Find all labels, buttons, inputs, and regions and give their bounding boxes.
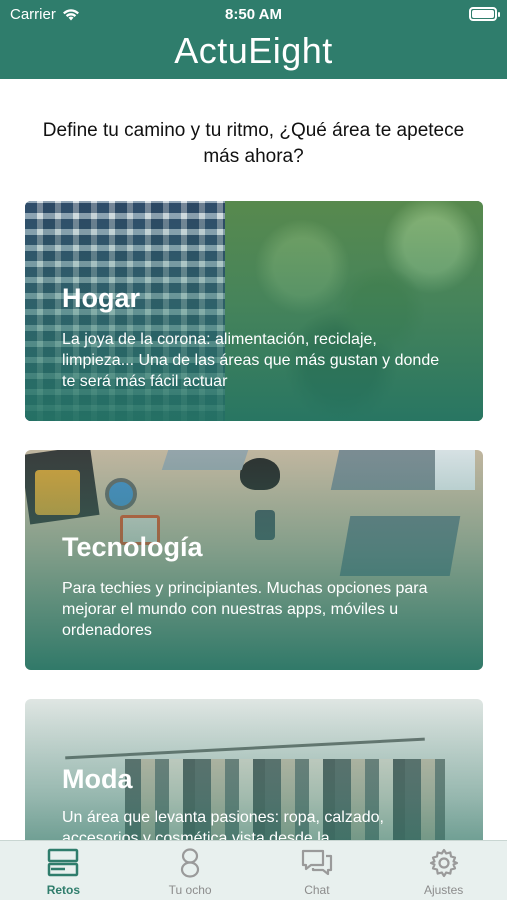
- tab-label: Tu ocho: [168, 883, 212, 897]
- tab-label: Chat: [304, 883, 330, 897]
- tab-tu-ocho[interactable]: Tu ocho: [127, 841, 254, 900]
- tab-chat[interactable]: Chat: [254, 841, 381, 900]
- tab-bar: Retos Tu ocho Chat Ajustes: [0, 840, 507, 900]
- tab-label: Ajustes: [423, 883, 464, 897]
- card-description: Para techies y principiantes. Muchas opc…: [62, 580, 428, 639]
- card-title: Tecnología: [62, 532, 203, 562]
- gear-icon: [429, 848, 458, 878]
- app-title: ActuEight: [174, 30, 333, 71]
- card-title: Moda: [62, 764, 133, 794]
- tab-retos[interactable]: Retos: [0, 841, 127, 900]
- card-description: La joya de la corona: alimentación, reci…: [62, 331, 440, 390]
- eight-icon: [181, 848, 200, 878]
- card-title: Hogar: [62, 283, 141, 313]
- category-card-hogar[interactable]: Hogar La joya de la corona: alimentación…: [25, 201, 483, 421]
- chat-icon: [301, 849, 332, 876]
- challenges-icon: [48, 848, 79, 877]
- category-card-tecnologia[interactable]: Tecnología Para techies y principiantes.…: [25, 450, 483, 670]
- tab-label: Retos: [46, 883, 81, 897]
- tab-ajustes[interactable]: Ajustes: [380, 841, 507, 900]
- battery-icon: [469, 7, 500, 21]
- status-time: 8:50 AM: [225, 6, 282, 23]
- app-header: Carrier 8:50 AM ActuEight: [0, 0, 507, 79]
- intro-text: Define tu camino y tu ritmo, ¿Qué área t…: [42, 120, 465, 167]
- status-bar: Carrier 8:50 AM: [0, 0, 507, 28]
